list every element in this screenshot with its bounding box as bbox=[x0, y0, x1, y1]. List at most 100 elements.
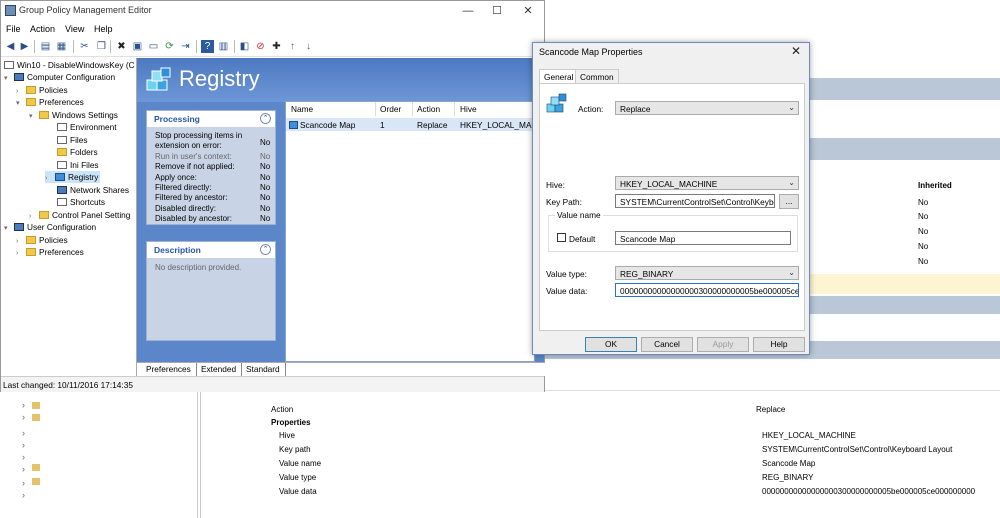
tree-node-label: Shortcuts bbox=[70, 197, 106, 207]
move-down-icon[interactable]: ↓ bbox=[302, 40, 315, 53]
tree-node-preferences[interactable]: › Preferences bbox=[16, 246, 84, 258]
processing-label: Run in user's context: bbox=[155, 152, 232, 161]
maximize-button[interactable]: ☐ bbox=[482, 3, 512, 19]
tree-node-computer-configuration[interactable]: ▾ Computer Configuration bbox=[4, 71, 115, 83]
menu-action[interactable]: Action bbox=[30, 24, 55, 34]
tree-node-policies[interactable]: › Policies bbox=[16, 84, 68, 96]
menu-help[interactable]: Help bbox=[94, 24, 113, 34]
tree-node-network-shares[interactable]: Network Shares bbox=[57, 184, 129, 196]
value-name-input[interactable]: Scancode Map bbox=[615, 231, 791, 245]
tab-general[interactable]: General bbox=[539, 69, 579, 84]
show-hide-tree-icon[interactable]: ▦ bbox=[55, 40, 68, 53]
value-type-select[interactable]: REG_BINARY ⌄ bbox=[615, 266, 799, 280]
chevron-right-icon: › bbox=[22, 440, 25, 450]
column-divider bbox=[454, 102, 455, 116]
tree-node-label: Preferences bbox=[39, 97, 84, 107]
browse-button[interactable]: ... bbox=[779, 194, 799, 209]
print-icon[interactable]: ▭ bbox=[147, 40, 160, 53]
delete-icon[interactable]: ✖ bbox=[115, 40, 128, 53]
report-row-value: Scancode Map bbox=[762, 459, 816, 468]
value-type-select-value: REG_BINARY bbox=[620, 269, 674, 279]
tree-node-windows-settings[interactable]: ▾ Windows Settings bbox=[29, 109, 118, 121]
chevron-right-icon: › bbox=[22, 428, 25, 438]
chevron-right-icon: › bbox=[22, 478, 25, 488]
menu-file[interactable]: File bbox=[6, 24, 21, 34]
tree-node-gpo[interactable]: Win10 - DisableWindowsKey (C bbox=[4, 59, 135, 71]
status-text: Last changed: 10/11/2016 17:14:35 bbox=[3, 380, 133, 390]
copy-icon[interactable]: ❐ bbox=[95, 40, 108, 53]
new-item-icon[interactable]: ✚ bbox=[270, 40, 283, 53]
help-icon[interactable]: ? bbox=[201, 40, 214, 53]
cancel-button[interactable]: Cancel bbox=[641, 337, 693, 352]
tree-node-preferences[interactable]: ▾ Preferences bbox=[16, 96, 84, 108]
tab-extended[interactable]: Extended bbox=[196, 363, 243, 376]
processing-label: Filtered by ancestor: bbox=[155, 193, 228, 202]
back-icon[interactable]: ◀ bbox=[4, 40, 17, 53]
action-label: Action: bbox=[578, 104, 604, 114]
folder-icon bbox=[32, 402, 40, 409]
chevron-down-icon[interactable]: ▾ bbox=[29, 111, 39, 123]
tree-node-label: Win10 - DisableWindowsKey (C bbox=[17, 60, 135, 70]
folder-icon bbox=[26, 236, 36, 244]
tab-common[interactable]: Common bbox=[575, 69, 619, 83]
tree-node-files[interactable]: Files bbox=[57, 134, 88, 146]
export-icon[interactable]: ⇥ bbox=[179, 40, 192, 53]
tree-node-shortcuts[interactable]: Shortcuts bbox=[57, 196, 105, 208]
chevron-down-icon[interactable]: ▾ bbox=[4, 223, 14, 235]
chevron-right-icon: › bbox=[22, 452, 25, 462]
apply-button[interactable]: Apply bbox=[697, 337, 749, 352]
tree-node-environment[interactable]: Environment bbox=[57, 121, 117, 133]
tree-node-label: User Configuration bbox=[27, 222, 97, 232]
column-header-hive[interactable]: Hive bbox=[460, 104, 477, 114]
action-pane-icon[interactable]: ▥ bbox=[217, 40, 230, 53]
tree-node-folders[interactable]: Folders bbox=[57, 146, 98, 158]
description-text: No description provided. bbox=[155, 263, 242, 272]
column-header-name[interactable]: Name bbox=[291, 104, 313, 114]
default-checkbox[interactable] bbox=[557, 233, 566, 242]
key-path-input[interactable]: SYSTEM\CurrentControlSet\Control\Keyboar… bbox=[615, 194, 775, 208]
cut-icon[interactable]: ✂ bbox=[78, 40, 91, 53]
processing-label: Disabled directly: bbox=[155, 204, 216, 213]
chevron-right-icon[interactable]: › bbox=[16, 248, 26, 260]
column-header-action[interactable]: Action bbox=[417, 104, 440, 114]
list-item[interactable]: Scancode Map 1 Replace HKEY_LOCAL_MAC... bbox=[286, 118, 544, 131]
properties-icon[interactable]: ▣ bbox=[131, 40, 144, 53]
tree-node-label: Environment bbox=[70, 122, 117, 132]
hive-label: Hive: bbox=[546, 180, 565, 190]
menu-view[interactable]: View bbox=[65, 24, 84, 34]
chevron-down-icon[interactable]: ▾ bbox=[16, 98, 26, 110]
gpme-window: Group Policy Management Editor — ☐ ✕ Fil… bbox=[0, 0, 545, 392]
processing-value: No bbox=[260, 152, 271, 161]
tree-node-user-configuration[interactable]: ▾ User Configuration bbox=[4, 221, 96, 233]
close-button[interactable]: ✕ bbox=[513, 3, 543, 19]
forward-icon[interactable]: ▶ bbox=[18, 40, 31, 53]
column-header-order[interactable]: Order bbox=[380, 104, 401, 114]
help-button[interactable]: Help bbox=[753, 337, 805, 352]
move-up-icon[interactable]: ↑ bbox=[286, 40, 299, 53]
tab-preferences[interactable]: Preferences bbox=[141, 363, 197, 376]
dialog-close-button[interactable]: ✕ bbox=[791, 44, 801, 58]
up-folder-icon[interactable]: ▤ bbox=[39, 40, 52, 53]
description-panel: Description ⌃ No description provided. bbox=[146, 241, 276, 341]
chevron-down-icon[interactable]: ▾ bbox=[4, 73, 14, 85]
tree-node-control-panel-settings[interactable]: › Control Panel Setting bbox=[29, 209, 130, 221]
report-icon[interactable]: ◧ bbox=[238, 40, 251, 53]
toolbar-separator bbox=[73, 40, 74, 53]
chevron-right-icon: › bbox=[22, 464, 25, 474]
chevron-right-icon[interactable]: › bbox=[45, 173, 55, 185]
ok-button[interactable]: OK bbox=[585, 337, 637, 352]
toolbar-separator bbox=[34, 40, 35, 53]
tree-node-registry[interactable]: › Registry bbox=[45, 171, 101, 185]
collapse-icon[interactable]: ⌃ bbox=[260, 244, 271, 255]
hive-select[interactable]: HKEY_LOCAL_MACHINE ⌄ bbox=[615, 176, 799, 190]
refresh-icon[interactable]: ⟳ bbox=[163, 40, 176, 53]
value-data-input[interactable]: 00000000000000000300000000005be000005ce0… bbox=[615, 283, 799, 297]
tree-node-policies[interactable]: › Policies bbox=[16, 234, 68, 246]
tab-standard[interactable]: Standard bbox=[241, 363, 286, 376]
stop-icon[interactable]: ⊘ bbox=[254, 40, 267, 53]
minimize-button[interactable]: — bbox=[453, 3, 483, 19]
collapse-icon[interactable]: ⌃ bbox=[260, 113, 271, 124]
action-select[interactable]: Replace ⌄ bbox=[615, 101, 799, 115]
report-highlight-row bbox=[806, 274, 1000, 294]
tree-node-ini-files[interactable]: Ini Files bbox=[57, 159, 99, 171]
